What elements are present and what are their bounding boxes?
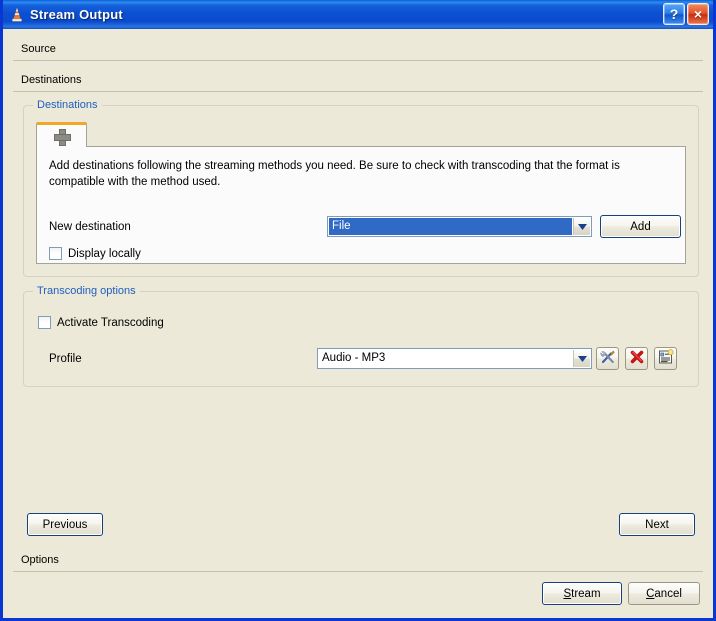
cancel-button[interactable]: Cancel [628, 582, 700, 605]
chevron-down-icon[interactable] [573, 218, 590, 235]
new-profile-button[interactable] [654, 347, 677, 370]
red-x-icon [629, 349, 645, 368]
section-header-destinations[interactable]: Destinations [13, 70, 703, 92]
title-bar[interactable]: Stream Output ? × [3, 0, 713, 29]
tab-add-destination[interactable] [36, 122, 87, 147]
display-locally-label: Display locally [68, 247, 141, 260]
section-header-source[interactable]: Source [13, 39, 703, 61]
new-destination-label: New destination [49, 221, 131, 233]
previous-button[interactable]: Previous [27, 513, 103, 536]
stream-button[interactable]: Stream [542, 582, 622, 605]
profile-label: Profile [49, 353, 82, 365]
wrench-screwdriver-icon [599, 349, 616, 368]
destinations-groupbox: Destinations Add destinations following … [23, 99, 699, 277]
activate-transcoding-label: Activate Transcoding [57, 316, 164, 329]
new-destination-value: File [329, 218, 572, 235]
plus-icon [54, 128, 71, 146]
stream-mnemonic: S [563, 587, 572, 600]
transcoding-groupbox: Transcoding options Activate Transcoding… [23, 285, 699, 387]
display-locally-checkbox[interactable]: Display locally [49, 247, 141, 260]
profile-value: Audio - MP3 [322, 352, 386, 364]
destinations-hint-text: Add destinations following the streaming… [49, 160, 620, 188]
delete-profile-button[interactable] [625, 347, 648, 370]
stream-output-dialog: Stream Output ? × Source Destinations De… [0, 0, 716, 621]
tab-bar [36, 122, 686, 147]
add-destination-button[interactable]: Add [600, 215, 681, 238]
stream-rest: tream [571, 587, 601, 600]
transcoding-groupbox-title: Transcoding options [33, 285, 140, 297]
options-bar-container: Options [3, 550, 713, 572]
destinations-groupbox-title: Destinations [33, 99, 102, 111]
edit-profile-button[interactable] [596, 347, 619, 370]
help-button[interactable]: ? [663, 3, 685, 25]
stream-button-label: Stream [563, 588, 600, 600]
profile-combobox[interactable]: Audio - MP3 [317, 348, 592, 369]
close-button[interactable]: × [687, 3, 709, 25]
activate-transcoding-checkbox-box[interactable] [38, 316, 51, 329]
window-title: Stream Output [30, 7, 123, 22]
new-profile-icon [658, 349, 674, 368]
cancel-button-label: Cancel [646, 588, 682, 600]
display-locally-checkbox-box[interactable] [49, 247, 62, 260]
destination-tab-widget: Add destinations following the streaming… [36, 122, 686, 264]
next-button[interactable]: Next [619, 513, 695, 536]
title-bar-buttons: ? × [663, 3, 709, 25]
vlc-cone-icon [9, 7, 25, 23]
cancel-rest: ancel [654, 587, 682, 600]
activate-transcoding-checkbox[interactable]: Activate Transcoding [38, 316, 164, 329]
new-destination-combobox[interactable]: File [327, 216, 592, 237]
chevron-down-icon[interactable] [573, 350, 590, 367]
section-header-options[interactable]: Options [13, 550, 703, 572]
